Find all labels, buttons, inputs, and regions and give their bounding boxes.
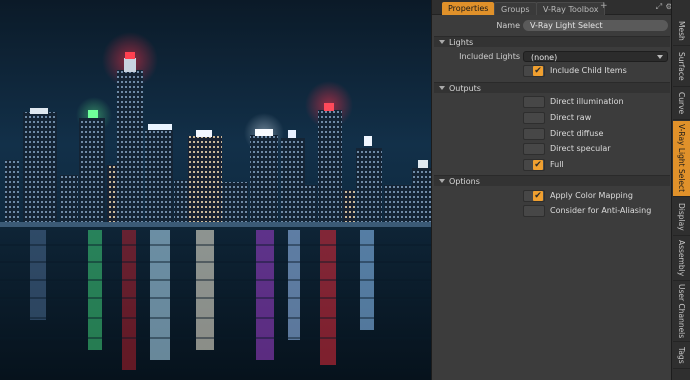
outputs-section-title: Outputs — [449, 84, 481, 93]
apply-color-mapping-checkbox[interactable]: ✔ — [523, 190, 545, 202]
vtab-curve[interactable]: Curve — [673, 88, 690, 120]
name-field[interactable]: V-Ray Light Select — [523, 20, 668, 31]
vertical-tab-strip: Mesh Surface Curve V-Ray Light Select Di… — [671, 0, 690, 380]
direct-raw-label: Direct raw — [550, 113, 592, 122]
direct-diffuse-checkbox[interactable] — [523, 128, 545, 140]
vtab-curve-label: Curve — [677, 92, 686, 115]
panel-tab-bar: Properties Groups V-Ray Toolbox + ⤢ ⚙ — [432, 0, 673, 15]
name-row: Name V-Ray Light Select — [432, 19, 672, 33]
vtab-assembly-label: Assembly — [677, 240, 686, 277]
collapse-triangle-icon — [439, 40, 445, 44]
checkmark-icon: ✔ — [533, 191, 543, 201]
included-lights-label: Included Lights — [459, 52, 520, 61]
options-section-header[interactable]: Options — [434, 175, 670, 186]
vtab-mesh[interactable]: Mesh — [673, 16, 690, 46]
vtab-mesh-label: Mesh — [677, 20, 686, 41]
vtab-surface-label: Surface — [677, 52, 686, 81]
options-section-title: Options — [449, 177, 480, 186]
direct-specular-label: Direct specular — [550, 144, 611, 153]
vtab-assembly[interactable]: Assembly — [673, 237, 690, 281]
vtab-display-label: Display — [677, 202, 686, 231]
vtab-vray-light-select[interactable]: V-Ray Light Select — [673, 121, 690, 197]
vtab-display[interactable]: Display — [673, 198, 690, 236]
add-tab-button[interactable]: + — [600, 1, 608, 11]
included-lights-row: Included Lights (none) — [432, 50, 672, 64]
tab-properties[interactable]: Properties — [442, 2, 495, 15]
render-viewport — [0, 0, 431, 380]
checkmark-icon: ✔ — [533, 66, 543, 76]
include-child-items-checkbox[interactable]: ✔ — [523, 65, 545, 77]
vtab-user-channels[interactable]: User Channels — [673, 282, 690, 342]
included-lights-dropdown[interactable]: (none) — [523, 51, 668, 62]
properties-panel: Properties Groups V-Ray Toolbox + ⤢ ⚙ Na… — [431, 0, 673, 380]
vtab-user-channels-label: User Channels — [677, 284, 686, 339]
city-skyline-image — [0, 32, 431, 380]
direct-illumination-checkbox[interactable] — [523, 96, 545, 108]
chevron-down-icon — [657, 55, 663, 59]
tab-groups[interactable]: Groups — [494, 2, 537, 15]
direct-specular-checkbox[interactable] — [523, 143, 545, 155]
collapse-triangle-icon — [439, 179, 445, 183]
vtab-tags[interactable]: Tags — [673, 343, 690, 369]
consider-anti-aliasing-checkbox[interactable] — [523, 205, 545, 217]
collapse-triangle-icon — [439, 86, 445, 90]
expand-icon[interactable]: ⤢ — [654, 2, 664, 12]
vtab-vray-light-select-label: V-Ray Light Select — [677, 124, 686, 193]
full-checkbox[interactable]: ✔ — [523, 159, 545, 171]
consider-anti-aliasing-label: Consider for Anti-Aliasing — [550, 206, 652, 215]
checkmark-icon: ✔ — [533, 160, 543, 170]
lights-section-header[interactable]: Lights — [434, 36, 670, 47]
include-child-items-label: Include Child Items — [550, 66, 627, 75]
outputs-section-header[interactable]: Outputs — [434, 82, 670, 93]
direct-raw-checkbox[interactable] — [523, 112, 545, 124]
direct-diffuse-label: Direct diffuse — [550, 129, 604, 138]
full-label: Full — [550, 160, 564, 169]
lights-section-title: Lights — [449, 38, 474, 47]
included-lights-value: (none) — [531, 53, 558, 62]
name-label: Name — [496, 21, 520, 30]
apply-color-mapping-label: Apply Color Mapping — [550, 191, 633, 200]
tab-vray-toolbox[interactable]: V-Ray Toolbox — [536, 2, 606, 15]
vtab-tags-label: Tags — [677, 347, 686, 364]
direct-illumination-label: Direct illumination — [550, 97, 624, 106]
vtab-surface[interactable]: Surface — [673, 47, 690, 87]
